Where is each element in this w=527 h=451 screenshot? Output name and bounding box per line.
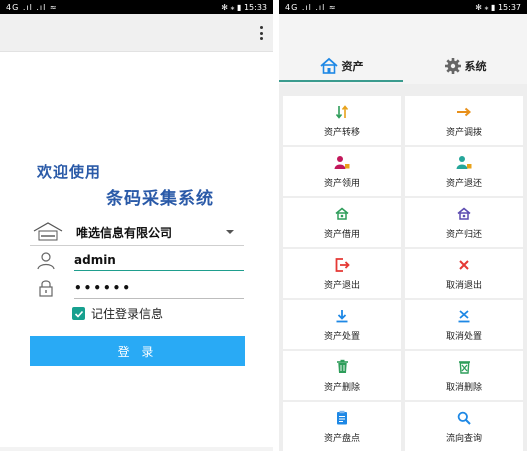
menu-item-label: 资产盘点 <box>323 433 360 444</box>
login-screen: 4G .ıl .ıl ≈ ✻ ⁎ ▮ 15:33 欢迎使用 条码采集系统 唯选信… <box>0 0 273 451</box>
house-return-icon <box>456 206 472 222</box>
trash-icon <box>334 359 350 375</box>
status-clock: ✻ ⁎ ▮ 15:33 <box>221 2 267 12</box>
menu-item[interactable]: 资产处置 <box>283 300 401 349</box>
menu-item[interactable]: 资产盘点 <box>283 402 401 451</box>
company-select[interactable]: 唯选信息有限公司 <box>30 219 244 246</box>
status-clock: ✻ ⁎ ▮ 15:37 <box>475 2 521 12</box>
cancel-dispose-icon <box>456 308 472 324</box>
house-logo-icon <box>30 220 66 244</box>
menu-item-label: 资产领用 <box>323 178 360 189</box>
menu-item-label: 取消退出 <box>445 280 482 291</box>
download-icon <box>334 308 350 324</box>
status-signal: 4G .ıl .ıl ≈ <box>285 2 337 12</box>
menu-item[interactable]: 资产退出 <box>283 249 401 298</box>
menu-item[interactable]: 取消删除 <box>405 351 523 400</box>
menu-item-label: 资产退还 <box>445 178 482 189</box>
menu-item-label: 资产调拨 <box>445 127 482 138</box>
house-borrow-icon <box>334 206 350 222</box>
menu-item[interactable]: 取消退出 <box>405 249 523 298</box>
status-signal: 4G .ıl .ıl ≈ <box>6 2 58 12</box>
menu-item-label: 资产处置 <box>323 331 360 342</box>
tab-system-label: 系统 <box>464 60 487 73</box>
screenshot-canvas: 4G .ıl .ıl ≈ ✻ ⁎ ▮ 15:33 欢迎使用 条码采集系统 唯选信… <box>0 0 527 451</box>
app-bar <box>0 14 273 52</box>
menu-item[interactable]: 资产领用 <box>283 147 401 196</box>
username-row <box>30 248 244 272</box>
menu-screen: 4G .ıl .ıl ≈ ✻ ⁎ ▮ 15:37 资产 系统 资产转移 资产调拨… <box>279 0 527 451</box>
tab-assets[interactable]: 资产 <box>279 52 403 80</box>
cancel-delete-icon <box>456 359 472 375</box>
tab-bar: 资产 系统 <box>279 14 527 84</box>
welcome-title: 欢迎使用 <box>37 163 102 181</box>
user-icon <box>30 248 62 272</box>
password-row <box>30 276 244 300</box>
menu-item[interactable]: 资产转移 <box>283 96 401 145</box>
search-icon <box>456 410 472 426</box>
username-input[interactable] <box>74 249 244 271</box>
remember-me[interactable]: 记住登录信息 <box>72 305 163 322</box>
cancel-icon <box>456 257 472 273</box>
status-bar: 4G .ıl .ıl ≈ ✻ ⁎ ▮ 15:33 <box>0 0 273 14</box>
menu-item[interactable]: 资产归还 <box>405 198 523 247</box>
lock-icon <box>30 276 62 300</box>
bottom-edge <box>0 447 273 451</box>
remember-label: 记住登录信息 <box>91 307 164 321</box>
chevron-down-icon[interactable] <box>226 230 234 234</box>
user-receive-icon <box>334 155 350 171</box>
menu-item-label: 资产转移 <box>323 127 360 138</box>
active-tab-indicator <box>279 80 403 82</box>
menu-item-label: 取消处置 <box>445 331 482 342</box>
arrow-right-icon <box>456 104 472 120</box>
menu-item[interactable]: 流向查询 <box>405 402 523 451</box>
tab-system[interactable]: 系统 <box>403 52 527 80</box>
company-name: 唯选信息有限公司 <box>76 225 173 240</box>
transfer-icon <box>334 104 350 120</box>
tab-assets-label: 资产 <box>341 60 364 73</box>
menu-item[interactable]: 资产调拨 <box>405 96 523 145</box>
house-icon <box>319 57 339 75</box>
checkbox-checked-icon[interactable] <box>72 307 85 320</box>
menu-item-label: 资产归还 <box>445 229 482 240</box>
menu-item-label: 资产借用 <box>323 229 360 240</box>
menu-item[interactable]: 资产删除 <box>283 351 401 400</box>
app-title: 条码采集系统 <box>106 189 214 209</box>
exit-icon <box>334 257 350 273</box>
more-options-icon[interactable] <box>257 24 265 42</box>
menu-item-label: 取消删除 <box>445 382 482 393</box>
menu-item[interactable]: 资产退还 <box>405 147 523 196</box>
password-input[interactable] <box>74 277 244 299</box>
login-button[interactable]: 登 录 <box>30 336 245 366</box>
menu-item-label: 资产删除 <box>323 382 360 393</box>
user-return-icon <box>456 155 472 171</box>
menu-item[interactable]: 取消处置 <box>405 300 523 349</box>
clipboard-icon <box>334 410 350 426</box>
menu-item-label: 资产退出 <box>323 280 360 291</box>
gear-icon <box>444 57 462 75</box>
menu-item[interactable]: 资产借用 <box>283 198 401 247</box>
status-bar: 4G .ıl .ıl ≈ ✻ ⁎ ▮ 15:37 <box>279 0 527 14</box>
menu-item-label: 流向查询 <box>445 433 482 444</box>
